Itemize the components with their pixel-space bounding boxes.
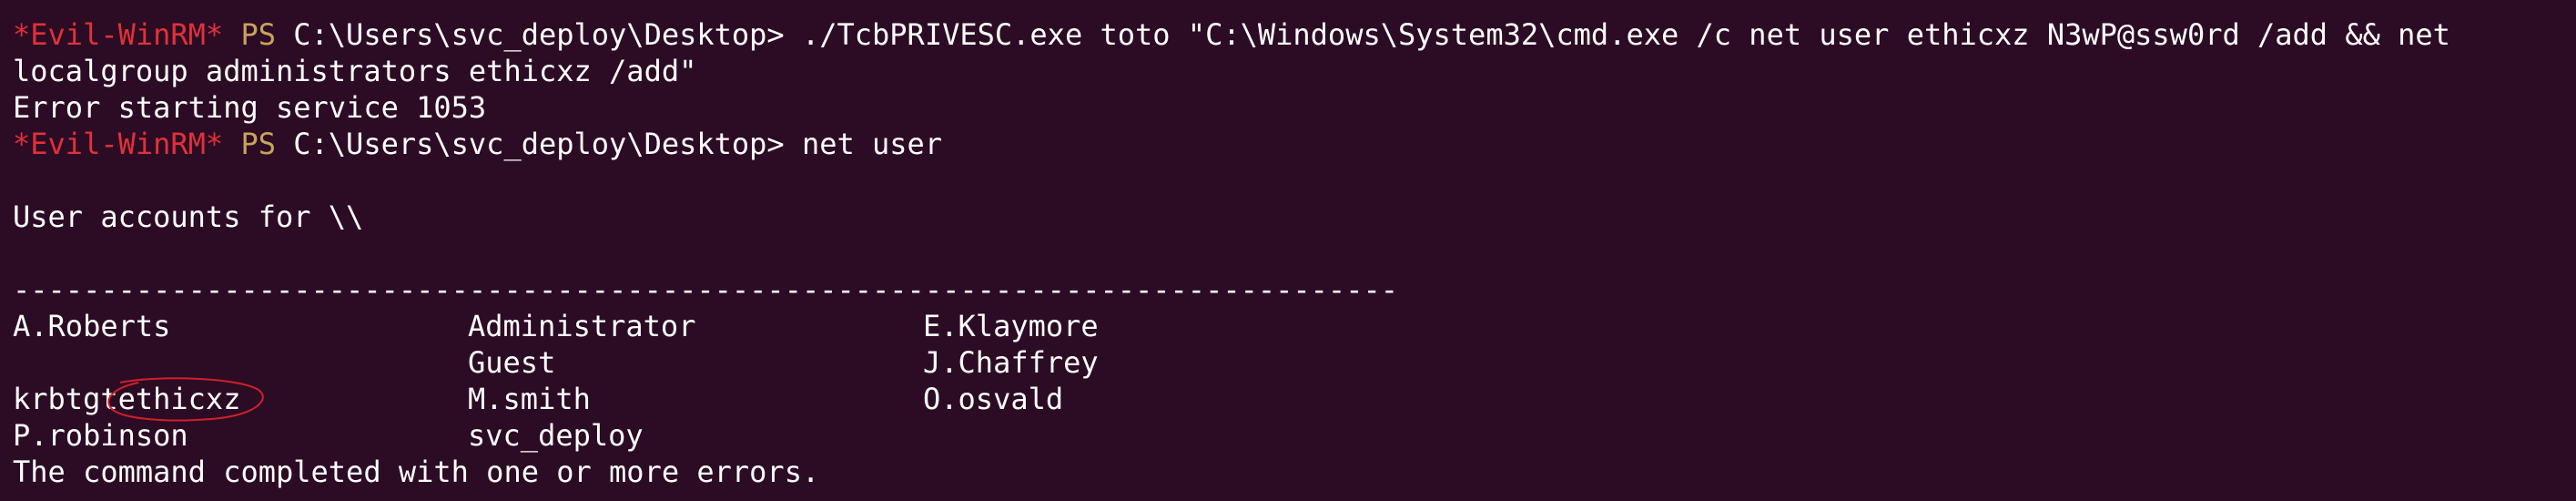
terminal-window[interactable]: *Evil-WinRM* PS C:\Users\svc_deploy\Desk… bbox=[0, 0, 2576, 501]
divider-line: ----------------------------------------… bbox=[13, 271, 2576, 308]
completion-message: The command completed with one or more e… bbox=[13, 454, 2576, 490]
error-output: Error starting service 1053 bbox=[13, 89, 2576, 126]
user-entry: J.Chaffrey bbox=[923, 345, 1099, 380]
user-entry: E.Klaymore bbox=[923, 309, 1099, 343]
command-text: ./TcbPRIVESC.exe toto "C:\Windows\System… bbox=[801, 17, 2450, 52]
accounts-header-text: User accounts for \\ bbox=[13, 199, 364, 234]
command-line-1-wrap: localgroup administrators ethicxz /add" bbox=[13, 53, 2576, 89]
completion-text: The command completed with one or more e… bbox=[13, 455, 820, 489]
circled-user: ethicxz bbox=[106, 377, 264, 422]
prompt-ps: PS bbox=[240, 17, 276, 52]
user-entry: Guest bbox=[468, 345, 556, 380]
command-line-2: *Evil-WinRM* PS C:\Users\svc_deploy\Desk… bbox=[13, 126, 2576, 162]
divider-text: ----------------------------------------… bbox=[13, 272, 1398, 307]
error-text: Error starting service 1053 bbox=[13, 90, 487, 125]
user-entry: Administrator bbox=[468, 309, 696, 343]
user-entry: P.robinson bbox=[13, 418, 188, 453]
user-entry: O.osvald bbox=[923, 382, 1064, 416]
command-text-continued: localgroup administrators ethicxz /add" bbox=[13, 54, 697, 88]
prompt-tag: *Evil-WinRM* bbox=[13, 17, 224, 52]
command-line-1: *Evil-WinRM* PS C:\Users\svc_deploy\Desk… bbox=[13, 16, 2576, 53]
user-entry: M.smith bbox=[468, 382, 591, 416]
user-entry: svc_deploy bbox=[468, 418, 644, 453]
user-entry: A.Roberts bbox=[13, 309, 171, 343]
user-entry bbox=[923, 417, 1378, 454]
prompt-ps: PS bbox=[240, 127, 276, 161]
user-accounts-grid: A.Roberts Administrator E.Klaymore ethic… bbox=[13, 308, 2576, 454]
prompt-path: C:\Users\svc_deploy\Desktop> bbox=[293, 127, 785, 161]
command-text: net user bbox=[801, 127, 943, 161]
user-entry-circled: ethicxz bbox=[13, 344, 468, 422]
prompt-path: C:\Users\svc_deploy\Desktop> bbox=[293, 17, 785, 52]
user-entry-text: ethicxz bbox=[117, 382, 241, 416]
prompt-tag: *Evil-WinRM* bbox=[13, 127, 224, 161]
accounts-header: User accounts for \\ bbox=[13, 199, 2576, 235]
